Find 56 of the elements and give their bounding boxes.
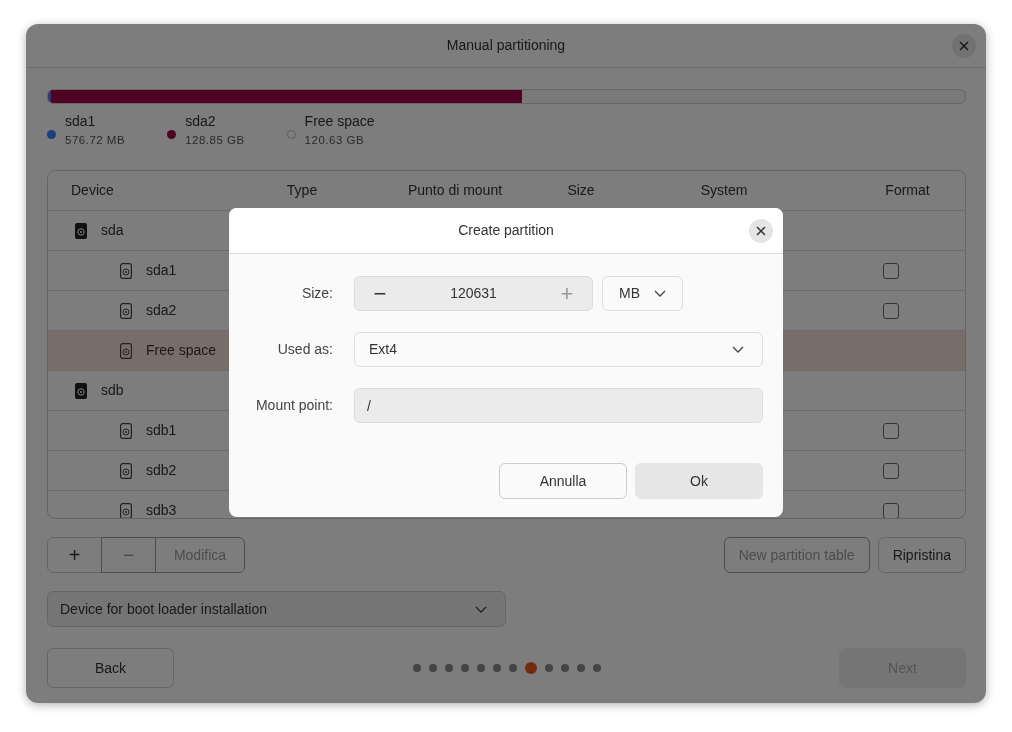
format-checkbox[interactable] [883, 422, 899, 439]
partition-icon [120, 342, 132, 359]
chevron-down-icon [475, 605, 487, 613]
legend-size: 576.72 MB [65, 133, 126, 148]
filesystem-dropdown[interactable]: Ext4 [354, 332, 763, 367]
window-title: Manual partitioning [446, 36, 566, 55]
decrement-button[interactable]: − [355, 282, 405, 305]
device-name: sda [101, 221, 124, 241]
chevron-down-icon [654, 290, 666, 297]
close-button[interactable] [749, 219, 773, 243]
unit-label: MB [619, 284, 640, 303]
partition-icon [120, 502, 132, 519]
device-name: sdb3 [146, 501, 177, 519]
format-checkbox[interactable] [883, 502, 899, 519]
bootloader-dropdown[interactable]: Device for boot loader installation [47, 591, 506, 628]
dropdown-label: Device for boot loader installation [60, 599, 267, 619]
format-checkbox[interactable] [883, 302, 899, 319]
partition-icon [120, 422, 132, 439]
device-name: sdb1 [146, 421, 177, 441]
size-value: 120631 [450, 284, 497, 303]
toolbar-button[interactable]: Ripristina [877, 537, 966, 574]
mount-point-field[interactable]: / [354, 388, 763, 423]
format-checkbox[interactable] [883, 262, 899, 279]
dialog-title: Create partition [458, 221, 554, 240]
close-icon [756, 226, 766, 236]
back-button[interactable]: Back [47, 648, 174, 689]
column-header: Punto di mount [406, 181, 504, 201]
device-name: sdb2 [146, 461, 177, 481]
partition-icon [120, 302, 132, 319]
field-label: Used as: [276, 340, 333, 359]
device-name: sda1 [146, 261, 177, 281]
partition-icon [120, 462, 132, 479]
close-icon [959, 41, 969, 51]
device-name: sdb [101, 381, 124, 401]
unit-dropdown[interactable]: MB [602, 276, 683, 311]
legend-size: 128.85 GB [185, 133, 245, 148]
column-header: Size [566, 181, 596, 201]
chevron-down-icon [732, 346, 744, 353]
toolbar-button[interactable]: + [47, 537, 102, 574]
legend-label: sda2 [185, 112, 217, 131]
field-label: Size: [300, 284, 333, 303]
format-checkbox[interactable] [883, 462, 899, 479]
legend-size: 120.63 GB [304, 133, 366, 148]
column-header: System [699, 181, 749, 201]
legend-label: sda1 [65, 112, 97, 131]
legend-label: Free space [304, 112, 375, 131]
dialog-button[interactable]: Annulla [499, 463, 627, 499]
field-label: Mount point: [254, 396, 333, 415]
column-header: Type [285, 181, 319, 201]
device-name: Free space [146, 341, 217, 361]
column-header: Format [884, 181, 931, 201]
partition-icon [120, 262, 132, 279]
dialog-button[interactable]: Ok [635, 463, 763, 499]
dropdown-value: Ext4 [369, 340, 397, 359]
column-header: Device [70, 181, 115, 201]
device-name: sda2 [146, 301, 177, 321]
